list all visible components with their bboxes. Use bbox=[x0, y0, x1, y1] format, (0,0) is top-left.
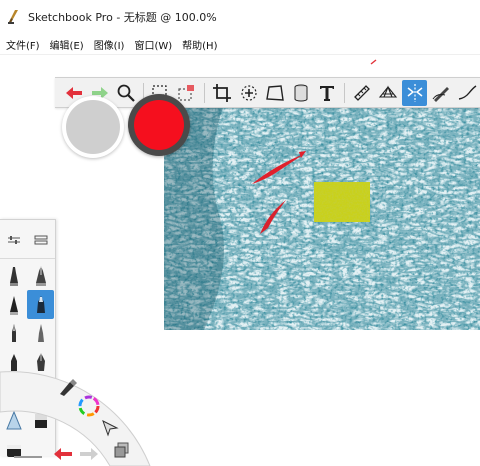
secondary-color-fill bbox=[66, 100, 120, 154]
cylinder-icon[interactable] bbox=[289, 80, 313, 106]
brush-marker[interactable] bbox=[27, 290, 54, 319]
stray-red-mark bbox=[370, 59, 377, 65]
primary-color-fill bbox=[134, 100, 184, 150]
brush-ballpoint[interactable] bbox=[0, 290, 27, 319]
lagoon-handle[interactable] bbox=[14, 456, 42, 458]
primary-color-swatch[interactable] bbox=[128, 94, 190, 156]
brush-library-icon[interactable] bbox=[34, 230, 48, 249]
symmetry-icon[interactable] bbox=[402, 79, 427, 106]
zoom-icon[interactable] bbox=[114, 80, 138, 106]
brush-inking-pen[interactable] bbox=[27, 261, 54, 290]
menu-help[interactable]: 帮助(H) bbox=[177, 37, 222, 52]
crop-icon[interactable] bbox=[210, 80, 234, 106]
lagoon-brush-icon[interactable] bbox=[56, 376, 78, 402]
text-icon[interactable] bbox=[315, 80, 339, 106]
ruler-icon[interactable] bbox=[350, 80, 374, 106]
perspective-icon[interactable] bbox=[263, 80, 287, 106]
brush-fine-pen[interactable] bbox=[27, 319, 54, 348]
main-toolbar bbox=[55, 77, 480, 108]
transform-icon[interactable] bbox=[100, 418, 120, 442]
brush-settings-icon[interactable] bbox=[7, 230, 21, 249]
toolbar-divider bbox=[344, 82, 346, 103]
ellipse-guide-icon[interactable] bbox=[429, 80, 453, 106]
menu-file[interactable]: 文件(F) bbox=[0, 37, 45, 52]
menu-window[interactable]: 窗口(W) bbox=[129, 37, 177, 52]
secondary-color-swatch[interactable] bbox=[62, 96, 124, 158]
window-title: Sketchbook Pro - 无标题 @ 100.0% bbox=[28, 11, 217, 24]
curve-icon[interactable] bbox=[455, 80, 479, 106]
brush-pencil[interactable] bbox=[0, 261, 27, 290]
lasso-icon[interactable] bbox=[236, 80, 260, 106]
lagoon-redo-icon[interactable] bbox=[78, 446, 100, 466]
perspective-grid-icon[interactable] bbox=[376, 80, 400, 106]
toolbar-divider bbox=[204, 82, 206, 103]
layers-icon[interactable] bbox=[113, 441, 131, 463]
menu-bar: 文件(F) 编辑(E) 图像(I) 窗口(W) 帮助(H) bbox=[0, 34, 480, 55]
menu-image[interactable]: 图像(I) bbox=[89, 37, 130, 52]
menu-edit[interactable]: 编辑(E) bbox=[45, 37, 89, 52]
lagoon-undo-icon[interactable] bbox=[52, 446, 74, 466]
title-bar: Sketchbook Pro - 无标题 @ 100.0% bbox=[0, 0, 480, 34]
palette-header bbox=[0, 220, 55, 259]
drawing-canvas[interactable] bbox=[164, 104, 480, 330]
color-wheel-icon[interactable] bbox=[78, 395, 100, 421]
sketchbook-app-icon bbox=[6, 9, 22, 25]
brush-paintbrush[interactable] bbox=[0, 319, 27, 348]
